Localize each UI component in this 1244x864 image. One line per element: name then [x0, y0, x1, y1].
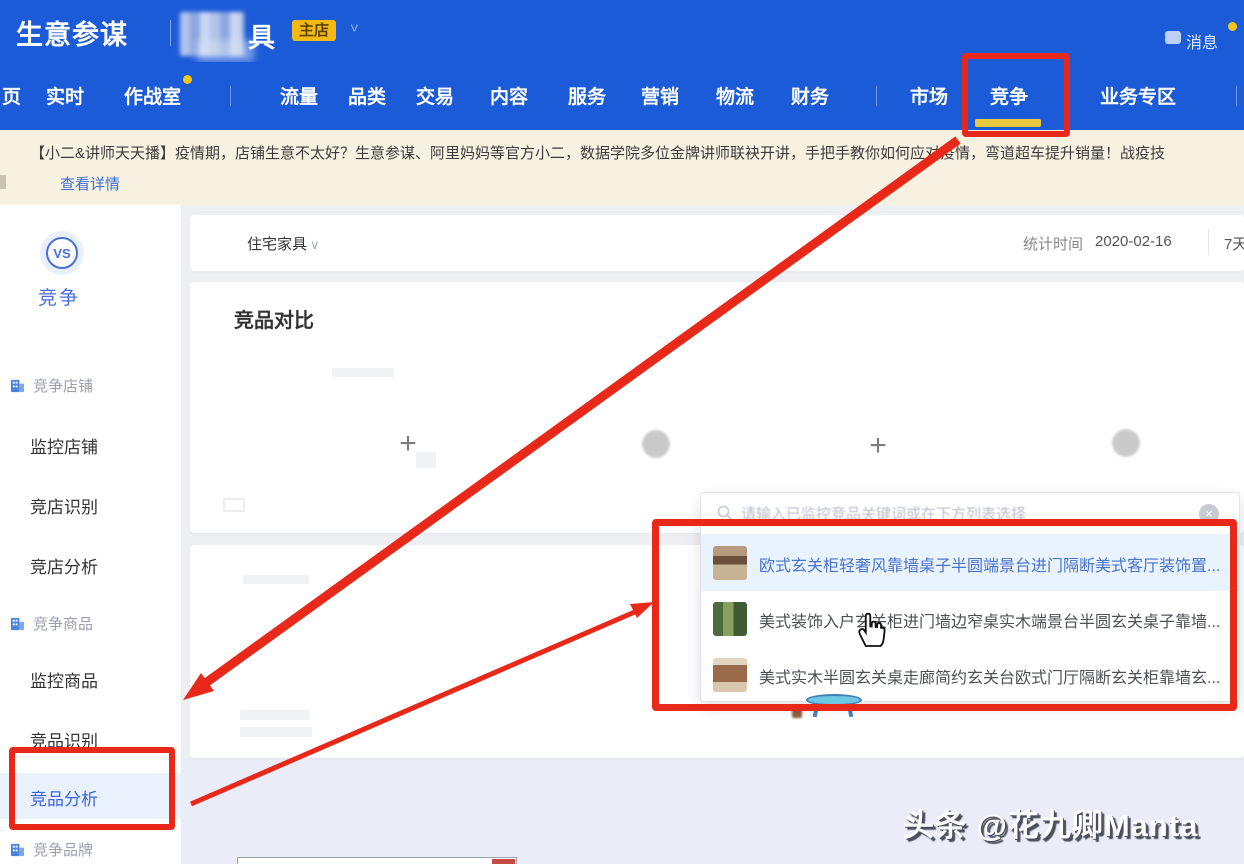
sycm-competition-page: 生意参谋 具 主店 ˅ 消息 页 实时 作战室 流量 品类 交易 内容 服务 营… [0, 0, 1244, 864]
dropdown-product-item[interactable]: 美式实木半圆玄关桌走廊简约玄关台欧式门厅隔断玄关柜靠墙玄... [701, 647, 1239, 703]
clipped-red-button [492, 859, 515, 864]
nav-item-competition[interactable]: 竞争 [990, 82, 1028, 109]
shop-name-blur-artifact [196, 40, 254, 62]
shop-name-suffix: 具 [248, 16, 275, 55]
sidebar-item-product-analysis[interactable]: 竞品分析 [30, 785, 98, 810]
sidebar-item-shop-identify[interactable]: 竞店识别 [30, 493, 98, 518]
search-row: × [701, 493, 1239, 535]
placeholder-block [416, 452, 436, 468]
filter-divider [1208, 229, 1209, 255]
filter-bar: 住宅家具∨ 统计时间 2020-02-16 7天 [190, 215, 1244, 271]
nav-item-traffic[interactable]: 流量 [280, 82, 318, 109]
vs-module-icon: VS [40, 231, 84, 275]
messages-link[interactable]: 消息 [1186, 29, 1218, 53]
app-header: 生意参谋 具 主店 ˅ 消息 [0, 0, 1244, 62]
brand-logo: 生意参谋 [16, 13, 128, 52]
sidebar-module-title: 竞争 [38, 283, 80, 310]
product-thumbnail [713, 546, 747, 580]
view-details-link[interactable]: 查看详情 [60, 173, 120, 194]
clipped-bottom-panel [237, 857, 517, 864]
placeholder-text [240, 727, 312, 737]
checkbox-icon[interactable] [223, 498, 245, 512]
brand-divider [170, 20, 171, 46]
announcement-bar: 【小二&讲师天天播】疫情期，店铺生意不太好？生意参谋、阿里妈妈等官方小二，数据学… [0, 130, 1244, 205]
primary-nav: 页 实时 作战室 流量 品类 交易 内容 服务 营销 物流 财务 市场 竞争 业… [0, 62, 1244, 130]
chevron-down-icon: ∨ [310, 237, 320, 252]
add-competitor-plus-icon[interactable]: + [863, 432, 893, 462]
dropdown-product-item[interactable]: 欧式玄关柜轻奢风靠墙桌子半圆端景台进门隔断美式客厅装饰置... [701, 535, 1239, 591]
announcement-icon [0, 175, 6, 189]
category-select[interactable]: 住宅家具∨ [247, 233, 320, 254]
nav-item-business-zone[interactable]: 业务专区 [1100, 82, 1176, 109]
product-title: 美式装饰入户玄关柜进门墙边窄桌实木端景台半圆玄关桌子靠墙... [759, 608, 1227, 632]
product-thumbnail [713, 658, 747, 692]
sidebar: VS 竞争 竞争店铺 监控店铺 竞店识别 竞店分析 竞争商品 监控商品 竞品识别… [0, 205, 182, 864]
competitor-search-dropdown: × 欧式玄关柜轻奢风靠墙桌子半圆端景台进门隔断美式客厅装饰置... 美式装饰入户… [700, 492, 1240, 702]
building-icon [10, 378, 25, 393]
shop-switch-chevron-down-icon[interactable]: ˅ [350, 20, 359, 37]
nav-item-trade[interactable]: 交易 [416, 82, 454, 109]
search-icon [717, 505, 733, 521]
card-title: 竞品对比 [234, 304, 314, 333]
nav-item-market[interactable]: 市场 [910, 82, 948, 109]
nav-item-category[interactable]: 品类 [348, 82, 386, 109]
nav-item-realtime[interactable]: 实时 [46, 82, 84, 109]
nav-separator [230, 86, 231, 106]
nav-separator [876, 86, 877, 106]
stat-date-value[interactable]: 2020-02-16 [1095, 233, 1172, 250]
messages-notification-dot [1228, 22, 1237, 31]
sidebar-section-competing-brands: 竞争品牌 [10, 839, 93, 860]
clear-search-icon[interactable]: × [1199, 504, 1219, 524]
active-tab-underline [975, 119, 1041, 127]
watermark-text: 头条 @花九卿Manta [903, 800, 1198, 845]
sidebar-item-shop-analysis[interactable]: 竞店分析 [30, 553, 98, 578]
period-7d-tab[interactable]: 7天 [1224, 233, 1244, 254]
sidebar-item-monitor-products[interactable]: 监控商品 [30, 667, 98, 692]
nav-item-home[interactable]: 页 [2, 82, 21, 109]
message-icon[interactable] [1165, 31, 1181, 44]
sidebar-item-product-identify[interactable]: 竞品识别 [30, 727, 98, 752]
warroom-notification-dot [183, 75, 192, 84]
nav-item-finance[interactable]: 财务 [791, 82, 829, 109]
empty-state-table-illustration [806, 690, 862, 718]
hand-cursor-icon [853, 609, 887, 649]
nav-item-warroom[interactable]: 作战室 [124, 82, 181, 109]
stat-time-label: 统计时间 [1023, 233, 1083, 254]
competitor-search-input[interactable] [741, 499, 1141, 529]
product-slot-circle-icon[interactable] [1112, 429, 1140, 457]
nav-item-service[interactable]: 服务 [568, 82, 606, 109]
sidebar-item-monitor-shops[interactable]: 监控店铺 [30, 433, 98, 458]
placeholder-text [240, 710, 310, 720]
main-shop-badge: 主店 [292, 20, 336, 41]
sidebar-section-competing-items: 竞争商品 [10, 613, 93, 634]
building-icon [10, 842, 25, 857]
dropdown-product-item[interactable]: 美式装饰入户玄关柜进门墙边窄桌实木端景台半圆玄关桌子靠墙... [701, 591, 1239, 647]
building-icon [10, 616, 25, 631]
product-title: 美式实木半圆玄关桌走廊简约玄关台欧式门厅隔断玄关柜靠墙玄... [759, 664, 1227, 688]
nav-separator [1236, 86, 1237, 106]
placeholder-text [243, 575, 309, 584]
product-thumbnail [713, 602, 747, 636]
announcement-text: 【小二&讲师天天播】疫情期，店铺生意不太好？生意参谋、阿里妈妈等官方小二，数据学… [30, 142, 1244, 163]
product-title: 欧式玄关柜轻奢风靠墙桌子半圆端景台进门隔断美式客厅装饰置... [759, 552, 1227, 576]
nav-item-marketing[interactable]: 营销 [641, 82, 679, 109]
product-slot-circle-icon[interactable] [642, 430, 670, 458]
nav-item-content[interactable]: 内容 [490, 82, 528, 109]
sidebar-section-competing-shops: 竞争店铺 [10, 375, 93, 396]
nav-item-logistics[interactable]: 物流 [716, 82, 754, 109]
placeholder-text [332, 368, 394, 377]
